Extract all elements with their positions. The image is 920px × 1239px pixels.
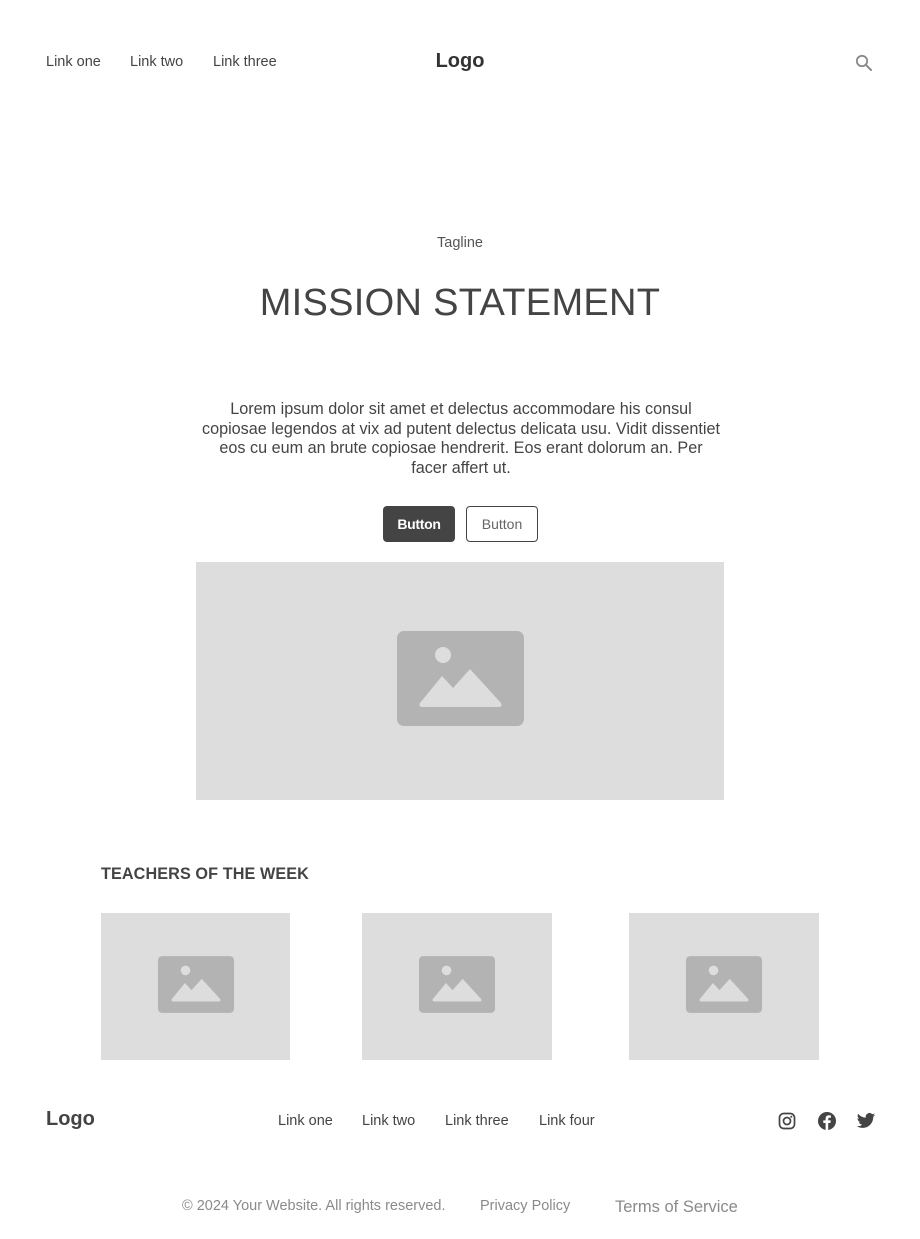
footer-link-one[interactable]: Link one <box>278 1113 333 1129</box>
hero-image <box>196 562 724 800</box>
copyright-text: © 2024 Your Website. All rights reserved… <box>182 1198 446 1214</box>
footer-link-two[interactable]: Link two <box>362 1113 415 1129</box>
footer-link-four[interactable]: Link four <box>539 1113 595 1129</box>
page-title: MISSION STATEMENT <box>259 282 661 324</box>
facebook-icon[interactable] <box>817 1111 837 1131</box>
header-logo[interactable]: Logo <box>0 50 920 73</box>
footer-logo[interactable]: Logo <box>46 1108 95 1131</box>
teacher-card-image[interactable] <box>101 913 290 1060</box>
terms-of-service-link[interactable]: Terms of Service <box>615 1198 738 1217</box>
image-placeholder-icon <box>419 955 495 1018</box>
tagline: Tagline <box>437 235 483 251</box>
secondary-button[interactable]: Button <box>466 506 538 542</box>
twitter-icon[interactable] <box>856 1111 876 1131</box>
privacy-policy-link[interactable]: Privacy Policy <box>480 1198 570 1214</box>
image-placeholder-icon <box>686 955 762 1018</box>
image-placeholder-icon <box>157 955 234 1018</box>
footer-link-three[interactable]: Link three <box>445 1113 509 1129</box>
section-title: TEACHERS OF THE WEEK <box>101 865 309 883</box>
hero-description: Lorem ipsum dolor sit amet et delectus a… <box>201 400 721 477</box>
teacher-card-image[interactable] <box>629 913 819 1060</box>
instagram-icon[interactable] <box>777 1111 797 1131</box>
primary-button[interactable]: Button <box>383 506 455 542</box>
image-placeholder-icon <box>396 631 524 731</box>
search-icon[interactable] <box>853 52 875 74</box>
teacher-card-image[interactable] <box>362 913 552 1060</box>
